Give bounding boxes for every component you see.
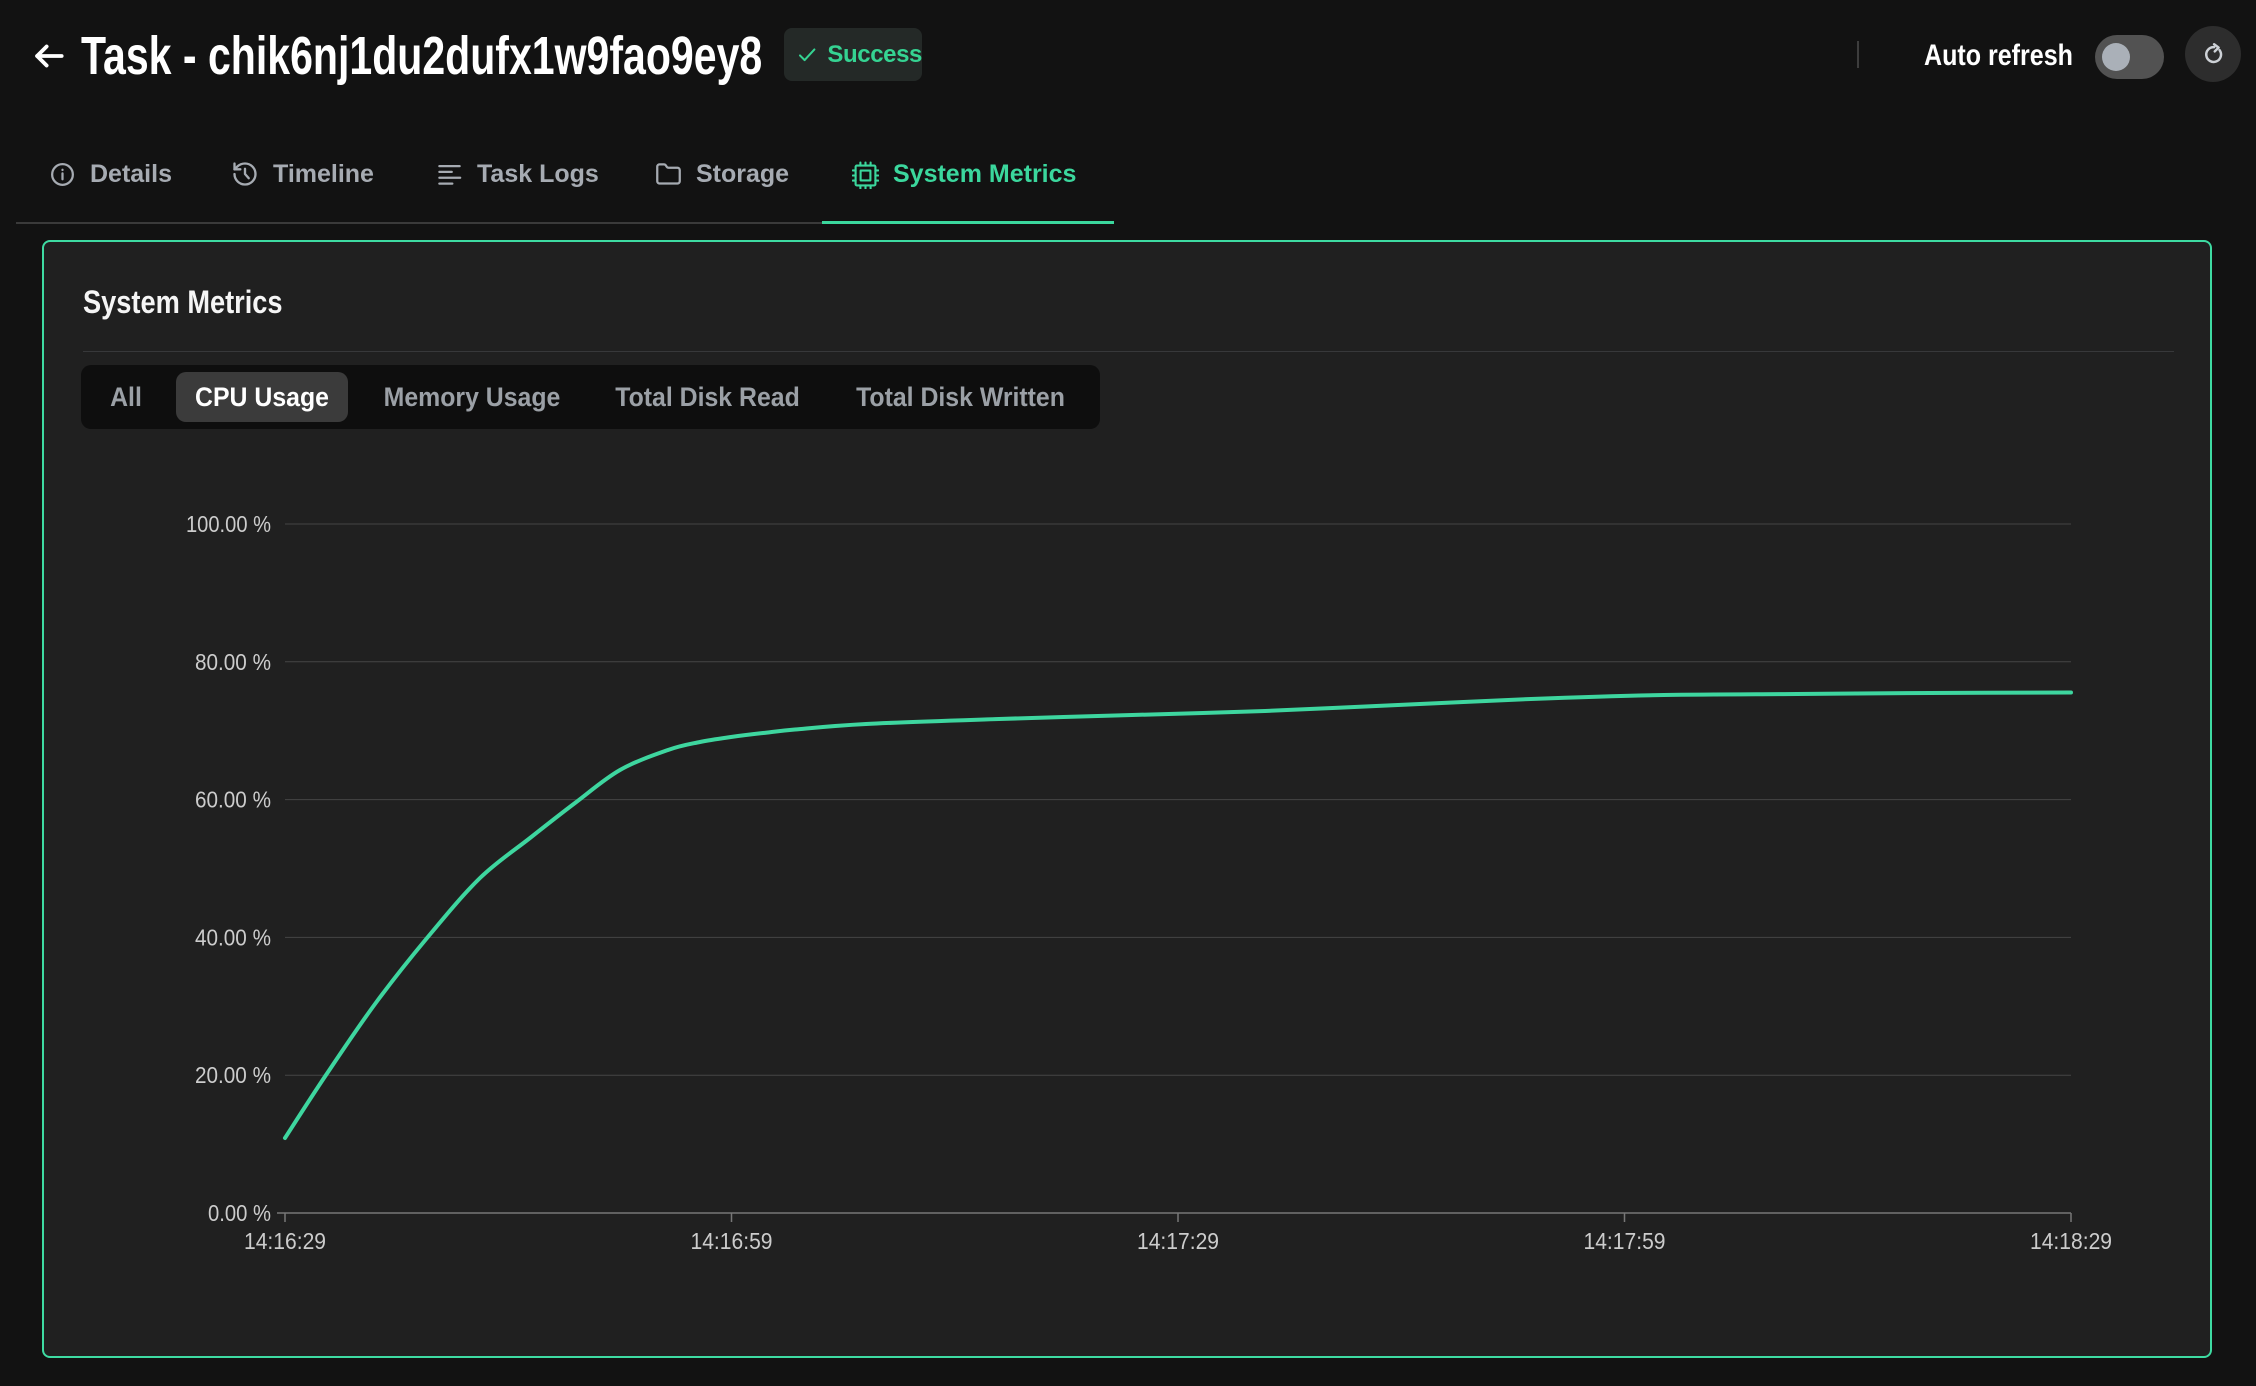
svg-text:14:18:29: 14:18:29	[2030, 1228, 2112, 1254]
svg-text:40.00 %: 40.00 %	[195, 924, 271, 950]
svg-text:100.00 %: 100.00 %	[186, 511, 271, 537]
svg-text:80.00 %: 80.00 %	[195, 649, 271, 675]
svg-text:14:17:29: 14:17:29	[1137, 1228, 1219, 1254]
svg-text:0.00 %: 0.00 %	[208, 1200, 271, 1226]
svg-text:60.00 %: 60.00 %	[195, 787, 271, 813]
svg-text:14:16:29: 14:16:29	[244, 1228, 326, 1254]
svg-text:14:17:59: 14:17:59	[1584, 1228, 1666, 1254]
svg-text:14:16:59: 14:16:59	[691, 1228, 773, 1254]
svg-text:20.00 %: 20.00 %	[195, 1062, 271, 1088]
